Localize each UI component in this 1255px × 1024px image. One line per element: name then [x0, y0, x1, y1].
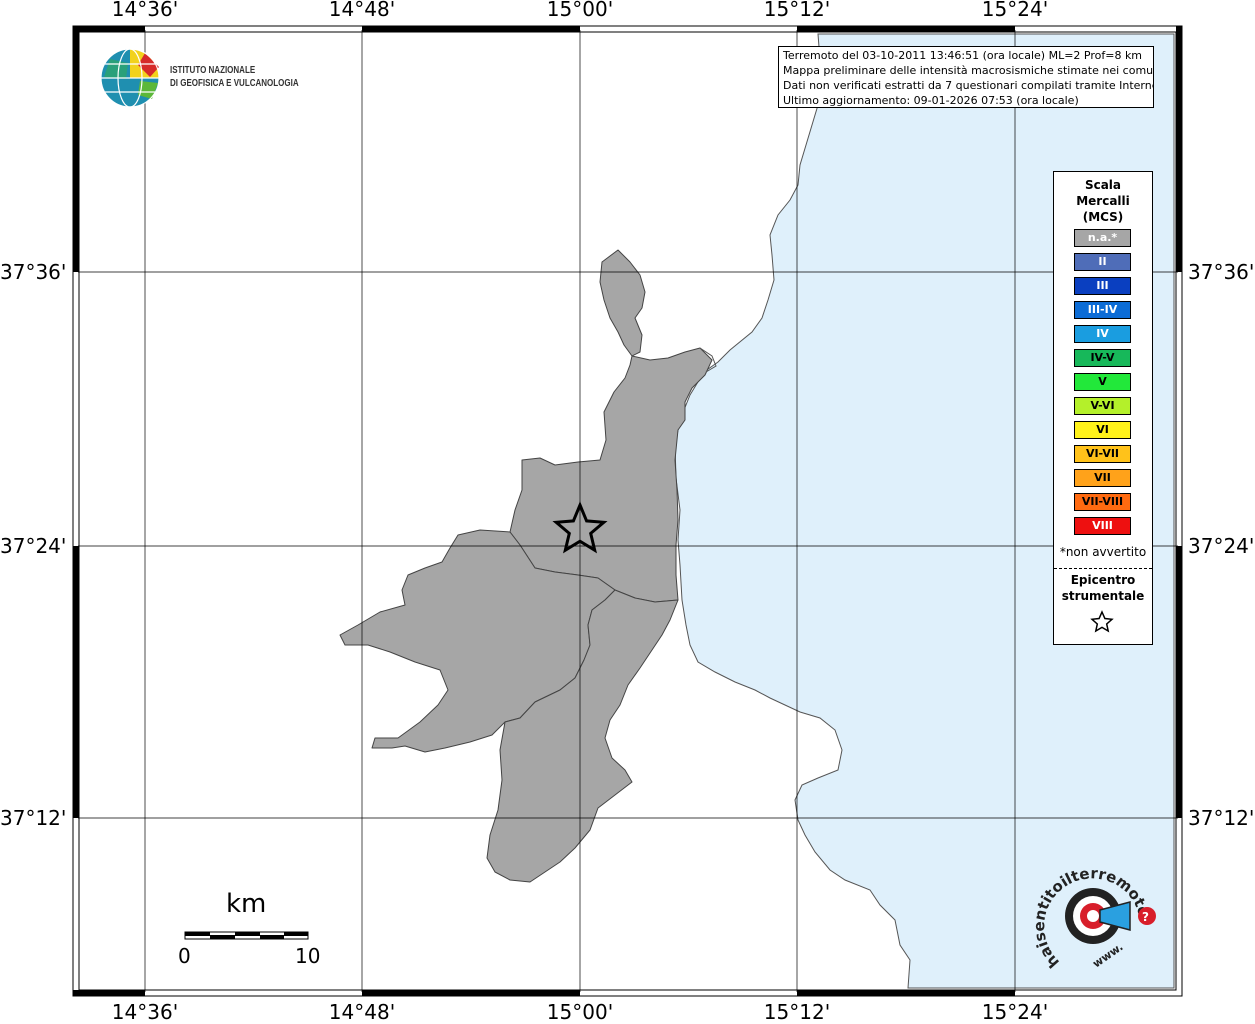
scale-bar	[184, 931, 309, 940]
legend-swatch: VII-VIII	[1074, 493, 1131, 511]
event-details: Terremoto del 03-10-2011 13:46:51 (ora l…	[783, 49, 1143, 62]
lat-label-right-2: 37°24'	[1188, 534, 1255, 558]
legend-swatch: II	[1074, 253, 1131, 271]
lat-label-left-2: 37°24'	[0, 534, 67, 558]
legend-swatch: VI-VII	[1074, 445, 1131, 463]
legend-swatch: IV-V	[1074, 349, 1131, 367]
legend-swatch: VII	[1074, 469, 1131, 487]
hsit-www-text: www.	[1090, 940, 1125, 970]
scale-min-label: 0	[178, 944, 191, 968]
svg-text:?: ?	[1142, 910, 1149, 924]
legend-divider	[1054, 568, 1152, 569]
logo-line1: ISTITUTO NAZIONALE	[170, 65, 256, 76]
lon-label-top-3: 15°00'	[546, 0, 614, 21]
lon-label-bottom-1: 14°36'	[111, 1000, 179, 1024]
legend-swatch: VIII	[1074, 517, 1131, 535]
lon-label-top-2: 14°48'	[328, 0, 396, 21]
lon-label-bottom-2: 14°48'	[328, 1000, 396, 1024]
lon-label-top-5: 15°24'	[981, 0, 1049, 21]
legend-swatch: VI	[1074, 421, 1131, 439]
lat-label-left-3: 37°12'	[0, 806, 67, 830]
star-icon	[1090, 610, 1114, 633]
lon-label-top-1: 14°36'	[111, 0, 179, 21]
scale-max-label: 10	[295, 944, 321, 968]
event-info-box: Terremoto del 03-10-2011 13:46:51 (ora l…	[778, 46, 1154, 108]
last-update: Ultimo aggiornamento: 09-01-2026 07:53 (…	[783, 94, 1079, 107]
legend-swatch: V-VI	[1074, 397, 1131, 415]
legend-title: Scala Mercalli (MCS)	[1076, 178, 1130, 224]
mcs-legend: Scala Mercalli (MCS) n.a.* II III III-IV IV I…	[1053, 171, 1153, 645]
comune-north	[599, 249, 646, 357]
lon-label-top-4: 15°12'	[763, 0, 831, 21]
lon-label-bottom-3: 15°00'	[546, 1000, 614, 1024]
globe-icon	[100, 48, 160, 108]
legend-swatch: V	[1074, 373, 1131, 391]
legend-swatch: n.a.*	[1074, 229, 1131, 247]
hsit-logo: haisentitoilterremoto.it ? www.	[1026, 848, 1160, 981]
lat-label-left-1: 37°36'	[0, 260, 67, 284]
legend-swatch: IV	[1074, 325, 1131, 343]
map-description: Mappa preliminare delle intensità macros…	[783, 64, 1154, 77]
lat-label-right-1: 37°36'	[1188, 260, 1255, 284]
data-source-note: Dati non verificati estratti da 7 questi…	[783, 79, 1154, 92]
legend-note: *non avvertito	[1059, 545, 1147, 559]
affected-area[interactable]	[339, 249, 713, 883]
scale-unit-label: km	[226, 889, 267, 919]
ingv-logo: ISTITUTO NAZIONALE DI GEOFISICA E VULCAN…	[100, 47, 315, 111]
legend-swatch: III	[1074, 277, 1131, 295]
lat-label-right-3: 37°12'	[1188, 806, 1255, 830]
legend-epicenter-label: Epicentro strumentale	[1061, 573, 1145, 603]
lon-label-bottom-5: 15°24'	[981, 1000, 1049, 1024]
legend-swatch: III-IV	[1074, 301, 1131, 319]
lon-label-bottom-4: 15°12'	[763, 1000, 831, 1024]
logo-line2: DI GEOFISICA E VULCANOLOGIA	[170, 78, 299, 89]
